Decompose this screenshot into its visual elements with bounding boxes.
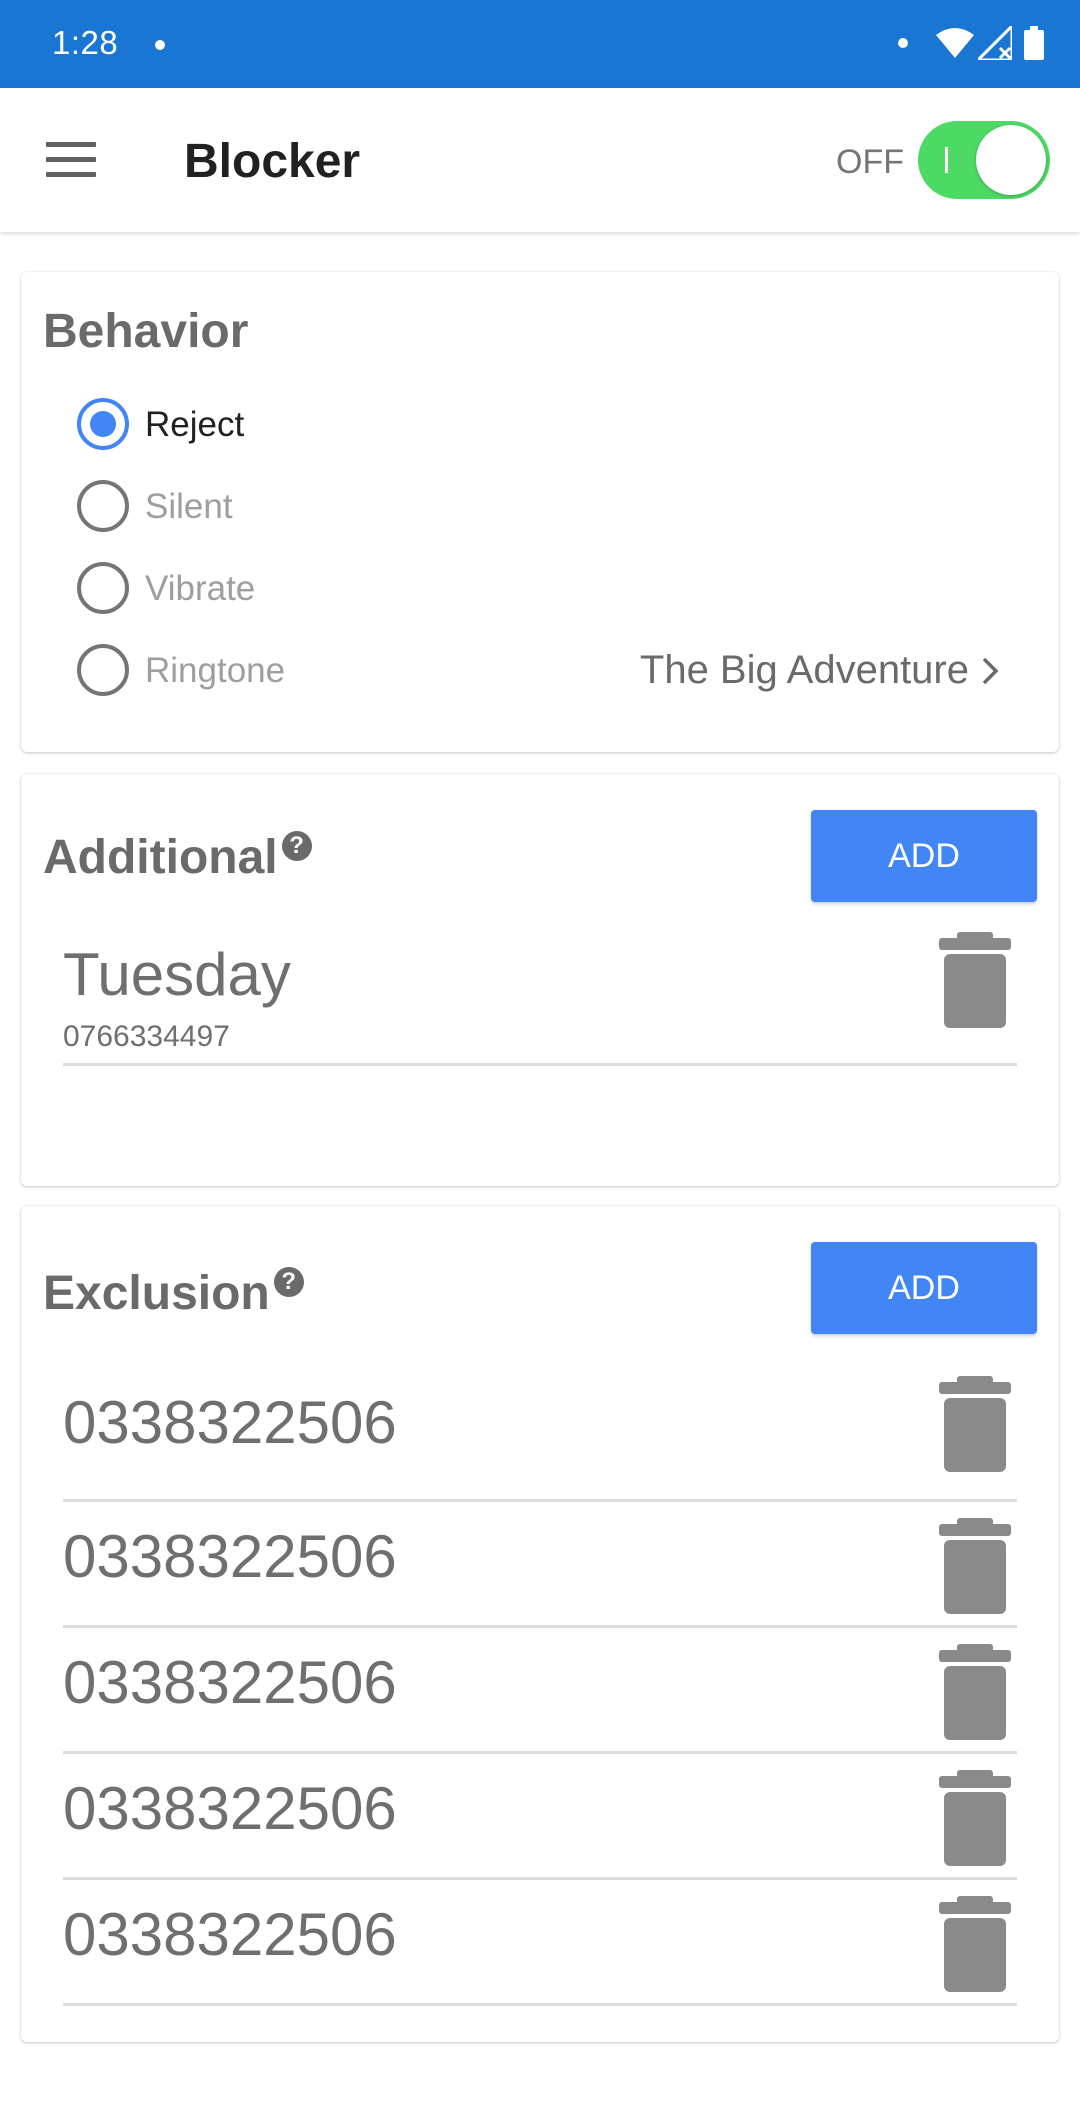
- add-exclusion-button[interactable]: ADD: [811, 1242, 1037, 1334]
- exclusion-card: Exclusion? ADD 0338322506 0338322506 033…: [21, 1206, 1059, 2042]
- radio-label: Ringtone: [145, 651, 286, 690]
- toggle-knob: [976, 125, 1046, 195]
- add-additional-button[interactable]: ADD: [811, 810, 1037, 902]
- entry-name: Tuesday: [63, 941, 291, 1008]
- list-item[interactable]: 0338322506: [63, 1754, 1017, 1880]
- trash-icon[interactable]: [939, 1376, 1011, 1472]
- cell-signal-icon: [978, 26, 1012, 60]
- radio-checked-icon[interactable]: [77, 398, 129, 450]
- page-title: Blocker: [184, 135, 361, 188]
- entry-number: 0338322506: [63, 1775, 397, 1842]
- chevron-right-icon[interactable]: [975, 656, 1005, 686]
- additional-title: Additional?: [43, 830, 312, 885]
- additional-card: Additional? ADD Tuesday 0766334497: [21, 774, 1059, 1186]
- status-time: 1:28: [52, 24, 119, 61]
- radio-option-vibrate[interactable]: Vibrate: [77, 558, 1037, 618]
- behavior-card: Behavior Reject Silent Vibrate Ringtone …: [21, 272, 1059, 752]
- help-icon[interactable]: ?: [281, 831, 312, 861]
- radio-option-silent[interactable]: Silent: [77, 476, 1037, 536]
- entry-number: 0338322506: [63, 1523, 397, 1590]
- list-item[interactable]: 0338322506: [63, 1502, 1017, 1628]
- entry-number: 0766334497: [63, 1020, 230, 1053]
- entry-number: 0338322506: [63, 1901, 397, 1968]
- ringtone-selector[interactable]: The Big Adventure: [640, 648, 969, 693]
- radio-option-ringtone[interactable]: Ringtone The Big Adventure: [77, 640, 1037, 700]
- radio-label: Reject: [145, 405, 245, 444]
- battery-icon: [1024, 26, 1044, 60]
- exclusion-title: Exclusion?: [43, 1266, 304, 1321]
- radio-unchecked-icon[interactable]: [77, 644, 129, 696]
- status-bar: 1:28: [0, 0, 1080, 88]
- list-item[interactable]: 0338322506: [63, 1360, 1017, 1502]
- trash-icon[interactable]: [939, 1770, 1011, 1866]
- toggle-state-label: OFF: [836, 143, 904, 181]
- notification-dot-icon: [898, 38, 908, 48]
- list-item[interactable]: 0338322506: [63, 1880, 1017, 2006]
- exclusion-title-text: Exclusion: [43, 1267, 270, 1320]
- trash-icon[interactable]: [939, 1644, 1011, 1740]
- notification-dot-icon: [155, 40, 165, 50]
- behavior-title: Behavior: [43, 305, 249, 358]
- trash-icon[interactable]: [939, 1896, 1011, 1992]
- entry-number: 0338322506: [63, 1649, 397, 1716]
- radio-option-reject[interactable]: Reject: [77, 394, 1037, 454]
- radio-label: Vibrate: [145, 569, 256, 608]
- radio-label: Silent: [145, 487, 233, 526]
- menu-icon[interactable]: [46, 142, 96, 178]
- blocker-toggle[interactable]: [918, 121, 1050, 199]
- app-bar: Blocker OFF: [0, 88, 1080, 232]
- list-item[interactable]: Tuesday 0766334497: [63, 932, 1017, 1066]
- trash-icon[interactable]: [939, 932, 1011, 1028]
- wifi-icon: [936, 28, 974, 58]
- radio-unchecked-icon[interactable]: [77, 480, 129, 532]
- toggle-on-indicator: [945, 147, 948, 173]
- help-icon[interactable]: ?: [273, 1267, 304, 1297]
- radio-unchecked-icon[interactable]: [77, 562, 129, 614]
- list-item[interactable]: 0338322506: [63, 1628, 1017, 1754]
- trash-icon[interactable]: [939, 1518, 1011, 1614]
- entry-number: 0338322506: [63, 1389, 397, 1456]
- status-icons: [898, 22, 1044, 64]
- additional-title-text: Additional: [43, 831, 278, 884]
